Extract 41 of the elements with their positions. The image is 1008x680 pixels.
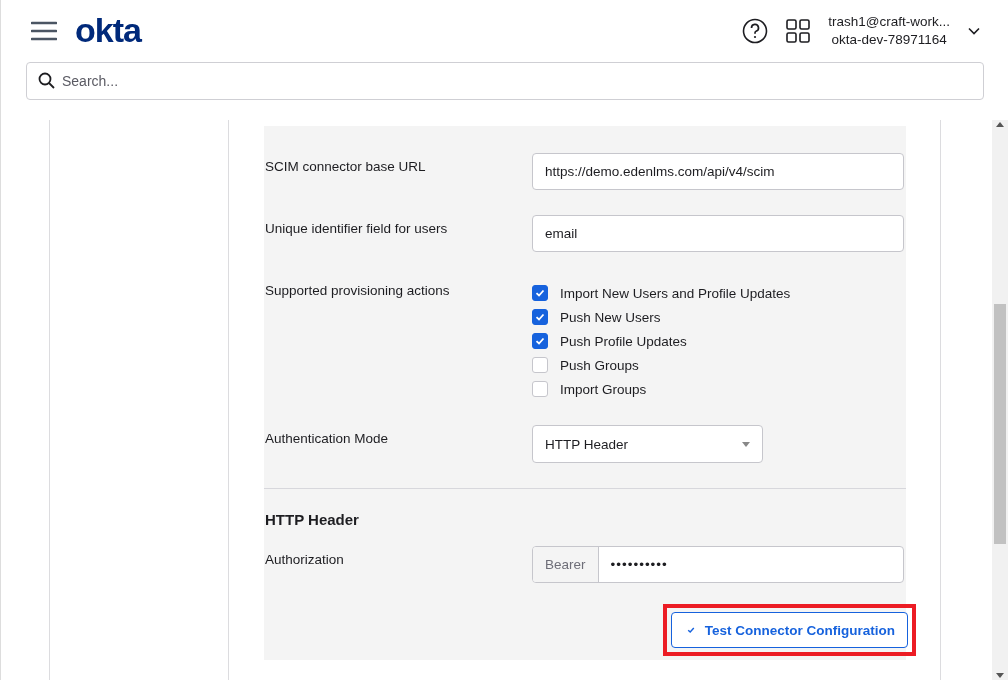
check-icon	[535, 336, 545, 346]
help-icon[interactable]	[742, 18, 769, 44]
checkbox-option[interactable]: Import Groups	[532, 377, 904, 401]
checkbox-option[interactable]: Push Profile Updates	[532, 329, 904, 353]
scrollbar[interactable]	[992, 120, 1008, 680]
search-field[interactable]: Search...	[26, 62, 984, 100]
text-field[interactable]: https://demo.edenlms.com/api/v4/scim	[532, 153, 904, 190]
field-label: Unique identifier field for users	[265, 220, 449, 238]
input-prefix: Bearer	[533, 547, 599, 582]
password-field[interactable]: Bearer ••••••••••	[532, 546, 904, 583]
masked-value: ••••••••••	[609, 556, 669, 574]
scroll-up-icon[interactable]	[996, 122, 1004, 127]
checkbox-option[interactable]: Import New Users and Profile Updates	[532, 281, 904, 305]
checkbox[interactable]	[532, 309, 548, 325]
check-icon	[686, 626, 695, 634]
checkbox[interactable]	[532, 333, 548, 349]
scroll-down-icon[interactable]	[996, 673, 1004, 678]
scroll-thumb[interactable]	[994, 304, 1006, 544]
test-connector-button[interactable]: Test Connector Configuration	[670, 612, 908, 648]
account-email: trash1@craft-work...	[828, 13, 950, 31]
checkbox[interactable]	[532, 381, 548, 397]
text-field[interactable]: email	[532, 215, 904, 252]
checkbox[interactable]	[532, 357, 548, 373]
caret-icon	[742, 441, 750, 447]
search-icon	[38, 72, 55, 89]
checkbox-option[interactable]: Push Groups	[532, 353, 904, 377]
checkbox-option[interactable]: Push New Users	[532, 305, 904, 329]
field-label: Authentication Mode	[265, 430, 390, 448]
field-label: Authorization	[265, 551, 345, 569]
logo: okta	[75, 10, 141, 50]
check-icon	[535, 288, 545, 298]
check-icon	[535, 312, 545, 322]
apps-grid-icon[interactable]	[786, 19, 811, 43]
menu-button[interactable]	[31, 21, 57, 41]
chevron-down-icon[interactable]	[968, 27, 980, 35]
checkbox[interactable]	[532, 285, 548, 301]
field-label: Supported provisioning actions	[265, 282, 451, 300]
org-name: okta-dev-78971164	[831, 31, 947, 49]
select-dropdown[interactable]: HTTP Header	[532, 425, 763, 463]
field-label: SCIM connector base URL	[265, 158, 427, 176]
section-heading: HTTP Header	[265, 511, 360, 528]
